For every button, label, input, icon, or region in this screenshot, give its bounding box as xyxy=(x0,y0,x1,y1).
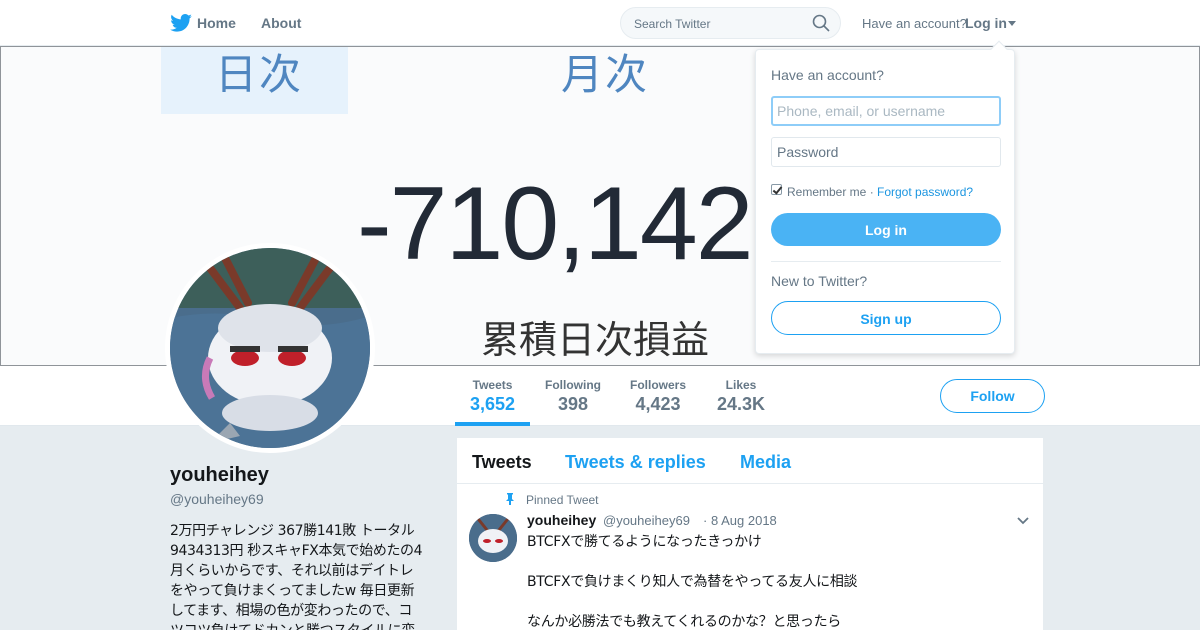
profile-handle[interactable]: @youheihey69 xyxy=(170,491,264,507)
new-to-twitter-text: New to Twitter? xyxy=(771,273,868,289)
bio-line: ツコツ負けてドカンと勝つスタイルに変 xyxy=(170,621,432,630)
avatar[interactable] xyxy=(165,243,375,453)
chevron-down-icon[interactable] xyxy=(1017,517,1029,525)
bio-line: 月くらいからです、それ以前はデイトレ xyxy=(170,563,414,579)
timeline-tabs: Tweets Tweets & replies Media xyxy=(457,438,1043,484)
bio-line: 9434313円 秒スキャFX本気で始めたの4 xyxy=(170,543,423,559)
divider xyxy=(771,261,1001,262)
active-stat-underline xyxy=(455,422,530,426)
stat-label: Likes xyxy=(725,378,757,392)
banner-pnl-value: -710,142 xyxy=(357,166,754,282)
follow-button[interactable]: Follow xyxy=(940,379,1045,413)
have-account-text: Have an account? xyxy=(862,16,967,31)
login-menu-link[interactable]: Log in xyxy=(965,15,1007,31)
tweet-date[interactable]: 8 Aug 2018 xyxy=(711,513,777,528)
profile-bio: 2万円チャレンジ 367勝141敗 トータル 9434313円 秒スキャFX本気… xyxy=(170,521,432,630)
stat-followers[interactable]: Followers 4,423 xyxy=(630,378,686,415)
dropdown-title: Have an account? xyxy=(771,67,884,83)
stat-label: Tweets xyxy=(472,378,513,392)
tweet-line: なんか必勝法でも教えてくれるのかな？と思ったら xyxy=(527,614,841,630)
tweet-avatar-image xyxy=(469,514,517,562)
tweet-text: BTCFXで勝てるようになったきっかけ BTCFXで負けまくり知人で為替をやって… xyxy=(527,532,858,630)
stat-likes[interactable]: Likes 24.3K xyxy=(717,378,765,415)
tweet-line: BTCFXで勝てるようになったきっかけ xyxy=(527,534,762,550)
banner-tab-monthly: 月次 xyxy=(561,50,650,99)
bio-line: 2万円チャレンジ 367勝141敗 トータル xyxy=(170,523,415,539)
tab-tweets[interactable]: Tweets xyxy=(472,452,532,473)
remember-me-checkbox[interactable] xyxy=(771,184,782,195)
tweet-meta-separator: · xyxy=(703,513,708,528)
top-navigation-bar: Home About Search Twitter Have an accoun… xyxy=(0,0,1200,46)
chevron-down-icon[interactable] xyxy=(1008,21,1016,26)
stat-tweets[interactable]: Tweets 3,652 xyxy=(470,378,515,415)
pin-icon xyxy=(506,493,514,505)
login-dropdown: Have an account? Phone, email, or userna… xyxy=(755,40,1015,354)
separator-dot: · xyxy=(869,185,874,199)
tweet-author-handle[interactable]: @youheihey69 xyxy=(603,513,690,528)
login-button[interactable]: Log in xyxy=(771,213,1001,246)
signup-button[interactable]: Sign up xyxy=(771,301,1001,335)
username-field[interactable]: Phone, email, or username xyxy=(771,96,1001,126)
stat-label: Followers xyxy=(630,378,687,392)
banner-tab-daily: 日次 xyxy=(215,50,304,99)
tweet-author-name[interactable]: youheihey xyxy=(527,512,596,528)
stat-following[interactable]: Following 398 xyxy=(545,378,601,415)
tab-tweets-replies[interactable]: Tweets & replies xyxy=(565,452,706,473)
password-field[interactable]: Password xyxy=(771,137,1001,167)
tweet-avatar[interactable] xyxy=(469,514,517,562)
banner-caption: 累積日次損益 xyxy=(481,318,710,362)
stat-value: 24.3K xyxy=(717,394,766,414)
search-icon[interactable] xyxy=(812,14,830,32)
tab-media[interactable]: Media xyxy=(740,452,791,473)
stat-value: 3,652 xyxy=(470,394,516,414)
stat-value: 398 xyxy=(557,394,589,414)
bio-line: をやって負けまくってましたw 毎日更新 xyxy=(170,583,415,599)
twitter-bird-icon[interactable] xyxy=(170,14,192,32)
stat-value: 4,423 xyxy=(635,394,681,414)
pinned-tweet-label: Pinned Tweet xyxy=(526,493,599,507)
profile-name[interactable]: youheihey xyxy=(170,464,269,487)
nav-home-link[interactable]: Home xyxy=(197,15,236,31)
nav-about-link[interactable]: About xyxy=(261,15,301,31)
search-input[interactable]: Search Twitter xyxy=(620,7,841,39)
remember-me-text: Remember me xyxy=(787,185,867,199)
forgot-password-link[interactable]: Forgot password? xyxy=(877,185,973,199)
bio-line: してます、相場の色が変わったので、コ xyxy=(170,603,412,619)
remember-me-label[interactable]: Remember me · xyxy=(787,185,874,199)
avatar-image xyxy=(170,248,370,448)
tweet-line: BTCFXで負けまくり知人で為替をやってる友人に相談 xyxy=(527,574,858,590)
stat-label: Following xyxy=(545,378,601,392)
timeline: Tweets Tweets & replies Media Pinned Twe… xyxy=(456,437,1044,630)
